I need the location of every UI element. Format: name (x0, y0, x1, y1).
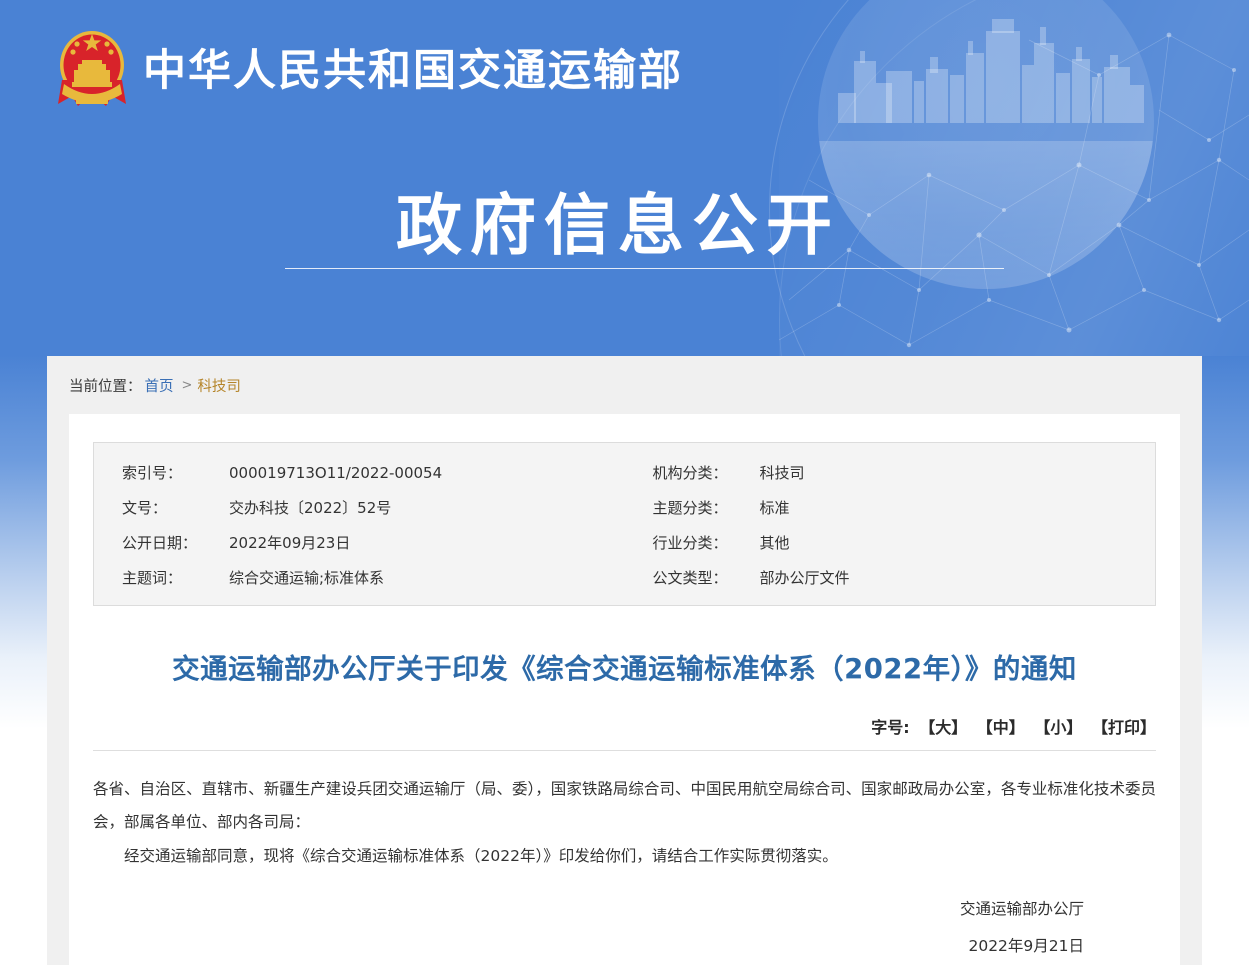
font-size-large-button[interactable]: 【大】 (919, 718, 967, 737)
metadata-value: 科技司 (760, 462, 805, 483)
breadcrumb-current-page: 科技司 (197, 375, 241, 396)
signature-date: 2022年9月21日 (93, 928, 1084, 965)
document-paragraph-recipients: 各省、自治区、直辖市、新疆生产建设兵团交通运输厅（局、委），国家铁路局综合司、中… (93, 773, 1156, 840)
metadata-value: 2022年09月23日 (229, 532, 350, 553)
breadcrumb: 当前位置： 首页 > 科技司 (47, 356, 1202, 414)
banner-headline: 政府信息公开 (396, 172, 840, 268)
metadata-row: 行业分类： 其他 (625, 525, 1156, 560)
document-metadata-table: 索引号： 000019713O11/2022-00054 文号： 交办科技〔20… (93, 442, 1156, 606)
metadata-key: 公文类型： (625, 567, 760, 588)
metadata-key: 文号： (94, 497, 229, 518)
metadata-row: 文号： 交办科技〔2022〕52号 (94, 490, 625, 525)
font-size-small-button[interactable]: 【小】 (1034, 718, 1082, 737)
ministry-title: 中华人民共和国交通运输部 (143, 36, 683, 98)
city-skyline-circle-decoration (818, 0, 1154, 289)
print-button[interactable]: 【打印】 (1092, 718, 1156, 737)
national-emblem-icon (48, 22, 136, 112)
metadata-key: 行业分类： (625, 532, 760, 553)
signature-organization: 交通运输部办公厅 (93, 891, 1084, 928)
metadata-value: 综合交通运输;标准体系 (229, 567, 384, 588)
document-paragraph-main: 经交通运输部同意，现将《综合交通运输标准体系（2022年）》印发给你们，请结合工… (93, 840, 1156, 873)
font-size-medium-button[interactable]: 【中】 (977, 718, 1025, 737)
skyline-icon (818, 0, 1154, 289)
metadata-value: 交办科技〔2022〕52号 (229, 497, 391, 518)
metadata-value: 标准 (760, 497, 790, 518)
metadata-key: 索引号： (94, 462, 229, 483)
page-title: 交通运输部办公厅关于印发《综合交通运输标准体系（2022年）》的通知 (93, 651, 1156, 688)
document-signature-block: 交通运输部办公厅 2022年9月21日 (93, 891, 1156, 965)
metadata-key: 主题词： (94, 567, 229, 588)
metadata-row: 公开日期： 2022年09月23日 (94, 525, 625, 560)
document-body: 各省、自治区、直辖市、新疆生产建设兵团交通运输厅（局、委），国家铁路局综合司、中… (93, 751, 1156, 873)
banner-headline-underline (285, 268, 1004, 269)
metadata-key: 主题分类： (625, 497, 760, 518)
metadata-value: 其他 (760, 532, 790, 553)
breadcrumb-separator: > (182, 378, 193, 393)
metadata-column-right: 机构分类： 科技司 主题分类： 标准 行业分类： 其他 公文类型： 部办公厅文件 (625, 455, 1156, 595)
font-size-toolbar: 字号: 【大】 【中】 【小】 【打印】 (93, 714, 1156, 738)
article-card: 索引号： 000019713O11/2022-00054 文号： 交办科技〔20… (69, 414, 1180, 965)
metadata-key: 公开日期： (94, 532, 229, 553)
metadata-row: 索引号： 000019713O11/2022-00054 (94, 455, 625, 490)
metadata-value: 部办公厅文件 (760, 567, 850, 588)
font-size-label: 字号: (871, 718, 909, 737)
metadata-row: 机构分类： 科技司 (625, 455, 1156, 490)
metadata-key: 机构分类： (625, 462, 760, 483)
metadata-column-left: 索引号： 000019713O11/2022-00054 文号： 交办科技〔20… (94, 455, 625, 595)
site-banner: 中华人民共和国交通运输部 政府信息公开 (0, 0, 1249, 356)
breadcrumb-link-home[interactable]: 首页 (145, 375, 174, 396)
metadata-row: 主题词： 综合交通运输;标准体系 (94, 560, 625, 595)
breadcrumb-label: 当前位置： (69, 375, 142, 396)
content-column: 当前位置： 首页 > 科技司 索引号： 000019713O11/2022-00… (47, 356, 1202, 965)
metadata-value: 000019713O11/2022-00054 (229, 464, 442, 482)
metadata-row: 公文类型： 部办公厅文件 (625, 560, 1156, 595)
metadata-row: 主题分类： 标准 (625, 490, 1156, 525)
